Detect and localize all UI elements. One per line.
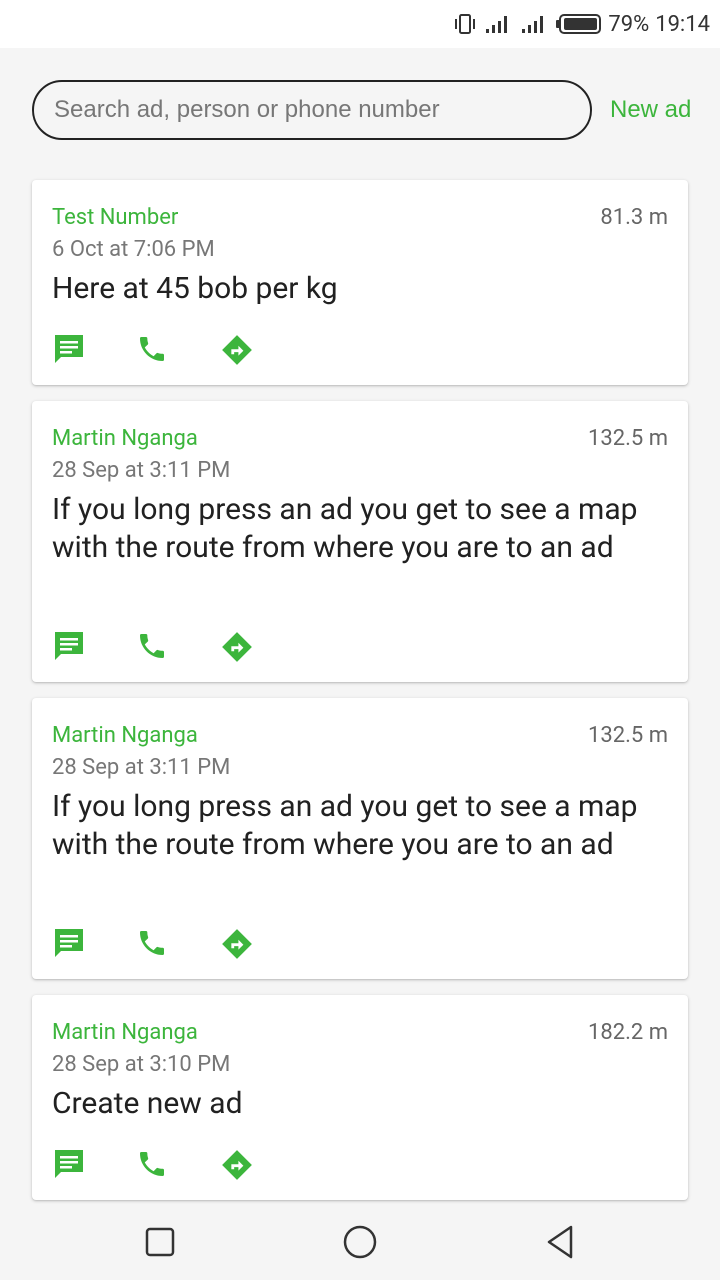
ad-actions bbox=[52, 927, 252, 959]
ad-author[interactable]: Test Number bbox=[52, 202, 178, 234]
ad-text: If you long press an ad you get to see a… bbox=[52, 492, 638, 565]
system-nav-bar bbox=[0, 1204, 720, 1280]
ad-author[interactable]: Martin Nganga bbox=[52, 423, 198, 455]
signal-icon bbox=[484, 13, 514, 35]
search-input[interactable] bbox=[32, 80, 592, 140]
phone-icon[interactable] bbox=[136, 927, 168, 959]
message-icon[interactable] bbox=[52, 333, 84, 365]
phone-icon[interactable] bbox=[136, 630, 168, 662]
ad-card[interactable]: Test Number 81.3 m 6 Oct at 7:06 PM Here… bbox=[32, 180, 688, 385]
ad-date: 28 Sep at 3:10 PM bbox=[52, 1052, 231, 1077]
vibrate-icon bbox=[452, 13, 478, 35]
ad-distance: 182.2 m bbox=[587, 1020, 668, 1045]
battery-icon bbox=[556, 13, 602, 35]
status-bar: 79% 19:14 bbox=[0, 0, 720, 48]
ad-card[interactable]: Martin Nganga 132.5 m 28 Sep at 3:11 PM … bbox=[32, 698, 688, 979]
ad-card[interactable]: Martin Nganga 182.2 m 28 Sep at 3:10 PM … bbox=[32, 995, 688, 1200]
ad-card-header: Test Number 81.3 m bbox=[52, 202, 668, 234]
ad-author[interactable]: Martin Nganga bbox=[52, 720, 198, 752]
ad-actions bbox=[52, 1148, 252, 1180]
ad-distance: 132.5 m bbox=[587, 723, 668, 748]
clock: 19:14 bbox=[655, 11, 710, 37]
directions-icon[interactable] bbox=[220, 927, 252, 959]
ad-text: Here at 45 bob per kg bbox=[52, 271, 338, 306]
ad-date: 28 Sep at 3:11 PM bbox=[52, 458, 231, 483]
back-triangle-icon[interactable] bbox=[544, 1224, 576, 1264]
message-icon[interactable] bbox=[52, 927, 84, 959]
phone-icon[interactable] bbox=[136, 333, 168, 365]
ad-distance: 132.5 m bbox=[587, 426, 668, 451]
ad-distance: 81.3 m bbox=[600, 205, 668, 230]
message-icon[interactable] bbox=[52, 630, 84, 662]
search-row: New ad bbox=[32, 80, 692, 140]
ad-actions bbox=[52, 630, 252, 662]
message-icon[interactable] bbox=[52, 1148, 84, 1180]
ad-date: 28 Sep at 3:11 PM bbox=[52, 755, 231, 780]
ad-actions bbox=[52, 333, 252, 365]
new-ad-button[interactable]: New ad bbox=[610, 96, 691, 124]
directions-icon[interactable] bbox=[220, 1148, 252, 1180]
ad-card-header: Martin Nganga 182.2 m bbox=[52, 1017, 668, 1049]
phone-icon[interactable] bbox=[136, 1148, 168, 1180]
status-icons bbox=[452, 13, 602, 35]
recents-square-icon[interactable] bbox=[144, 1224, 176, 1264]
ad-card-header: Martin Nganga 132.5 m bbox=[52, 423, 668, 455]
ad-text: Create new ad bbox=[52, 1086, 243, 1121]
ad-author[interactable]: Martin Nganga bbox=[52, 1017, 198, 1049]
directions-icon[interactable] bbox=[220, 333, 252, 365]
ad-text: If you long press an ad you get to see a… bbox=[52, 789, 638, 862]
directions-icon[interactable] bbox=[220, 630, 252, 662]
ad-card-header: Martin Nganga 132.5 m bbox=[52, 720, 668, 752]
battery-percent: 79% bbox=[608, 11, 650, 37]
ad-card[interactable]: Martin Nganga 132.5 m 28 Sep at 3:11 PM … bbox=[32, 401, 688, 682]
ad-date: 6 Oct at 7:06 PM bbox=[52, 237, 215, 262]
home-circle-icon[interactable] bbox=[342, 1224, 378, 1264]
signal-icon-2 bbox=[520, 13, 550, 35]
